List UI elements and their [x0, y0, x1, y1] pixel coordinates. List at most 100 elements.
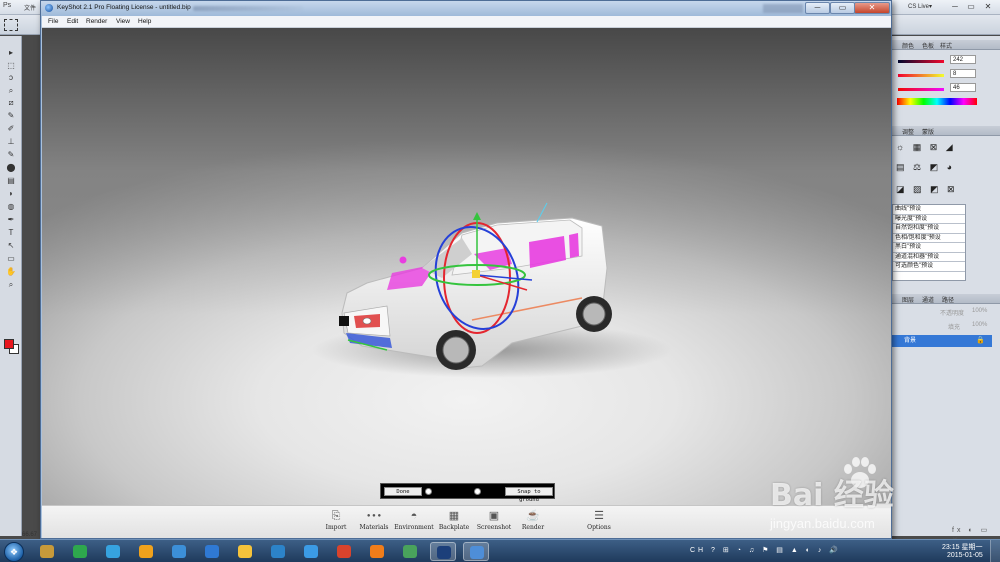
photoshop-close-button[interactable]: ✕: [983, 2, 993, 12]
move-mode-radio[interactable]: [425, 488, 432, 495]
done-button[interactable]: Done: [384, 487, 422, 496]
menu-file[interactable]: File: [48, 18, 58, 25]
maximize-button[interactable]: ▭: [830, 2, 855, 14]
taskbar-app-button[interactable]: [232, 542, 258, 561]
opacity-field[interactable]: 100%: [972, 308, 987, 314]
tab-masks[interactable]: 蒙版: [922, 127, 934, 136]
rotate-mode-radio[interactable]: [474, 488, 481, 495]
show-desktop-button[interactable]: [990, 540, 1000, 562]
menu-edit[interactable]: Edit: [67, 18, 78, 25]
preset-item[interactable]: 黑白"预设: [893, 243, 965, 253]
clock-time[interactable]: 23:15 星期一: [942, 542, 982, 552]
preset-item[interactable]: 自然饱和度"预设: [893, 224, 965, 234]
layer-background-row[interactable]: 背景 🔒: [892, 335, 992, 347]
fill-field[interactable]: 100%: [972, 322, 987, 328]
backplate-button[interactable]: ▦ Backplate: [432, 509, 476, 537]
type-tool-icon[interactable]: ↖: [5, 241, 17, 250]
system-tray-icons[interactable]: CH ? ⊞ ◔ ♫ ⚑ ▤ ▲ ◐ ♪ 🔊: [690, 544, 841, 558]
taskbar-app-button[interactable]: [298, 542, 324, 561]
foreground-color-swatch[interactable]: [4, 339, 14, 349]
taskbar-app-button[interactable]: [265, 542, 291, 561]
preset-item[interactable]: 色相/饱和度"预设: [893, 234, 965, 243]
red-slider-track[interactable]: [898, 60, 944, 63]
taskbar-app-button[interactable]: [67, 542, 93, 561]
tab-color[interactable]: 颜色: [902, 41, 914, 50]
taskbar-app-button[interactable]: [463, 542, 489, 561]
green-slider-track[interactable]: [898, 74, 944, 77]
hand-tool-icon[interactable]: ⌕: [5, 280, 17, 289]
blue-slider-track[interactable]: [898, 88, 944, 91]
taskbar-app-button[interactable]: [364, 542, 390, 561]
green-slider[interactable]: 8: [896, 69, 1000, 79]
adjustment-icons-row-1[interactable]: ☼ ▦ ⊠ ◢: [896, 141, 996, 153]
start-button[interactable]: ❖: [4, 542, 24, 562]
brush-tool-icon[interactable]: ⊥: [5, 137, 17, 146]
photoshop-maximize-button[interactable]: ▭: [966, 2, 976, 12]
menu-view[interactable]: View: [116, 18, 130, 25]
taskbar-app-button[interactable]: [430, 542, 456, 561]
tab-layers[interactable]: 图层: [902, 295, 914, 304]
adjustment-icons-row-2[interactable]: ▤ ⚖ ◩ ◕: [896, 161, 996, 173]
blur-tool-icon[interactable]: ◍: [5, 202, 17, 211]
healing-tool-icon[interactable]: ✐: [5, 124, 17, 133]
taskbar-app-button[interactable]: [34, 542, 60, 561]
screenshot-button[interactable]: ▣ Screenshot: [472, 509, 516, 537]
materials-button[interactable]: ● ● ● Materials: [352, 509, 396, 537]
marquee-options-icon[interactable]: [4, 19, 18, 31]
photoshop-menu-file[interactable]: 文件: [24, 3, 36, 12]
green-value-field[interactable]: 8: [950, 69, 976, 78]
layer-panel-footer-icons[interactable]: fx ◐ ▭ ✕: [892, 526, 1000, 544]
environment-button[interactable]: ◓ Environment: [392, 509, 436, 537]
preset-item[interactable]: 可选颜色"预设: [893, 262, 965, 272]
eraser-tool-icon[interactable]: ▤: [5, 176, 17, 185]
app-icon: [238, 545, 252, 558]
pen-tool-icon[interactable]: T: [5, 228, 17, 237]
taskbar-app-button[interactable]: [100, 542, 126, 561]
zoom-level[interactable]: 66.67: [22, 532, 37, 538]
gradient-tool-icon[interactable]: ◗: [5, 189, 17, 198]
keyshot-titlebar[interactable]: KeyShot 2.1 Pro Floating License - untit…: [41, 1, 891, 16]
blue-value-field[interactable]: 46: [950, 83, 976, 92]
color-spectrum-bar[interactable]: [897, 98, 977, 105]
crop-tool-icon[interactable]: ⧄: [5, 98, 17, 107]
tab-swatches[interactable]: 色板: [922, 41, 934, 50]
quick-select-tool-icon[interactable]: ⌕: [5, 86, 17, 95]
taskbar-app-button[interactable]: [397, 542, 423, 561]
red-slider[interactable]: 242: [896, 55, 1000, 65]
taskbar-app-button[interactable]: [166, 542, 192, 561]
blue-slider[interactable]: 46: [896, 83, 1000, 93]
marquee-tool-icon[interactable]: ⬚: [5, 61, 17, 70]
dodge-tool-icon[interactable]: ✒: [5, 215, 17, 224]
tab-styles[interactable]: 样式: [940, 41, 952, 50]
options-button[interactable]: ☰ Options: [577, 509, 621, 537]
cs-live-button[interactable]: CS Live▾: [908, 3, 932, 10]
path-select-tool-icon[interactable]: ▭: [5, 254, 17, 263]
preset-item[interactable]: 通道混和器"预设: [893, 253, 965, 262]
menu-render[interactable]: Render: [86, 18, 107, 25]
car-model[interactable]: [42, 28, 891, 505]
menu-help[interactable]: Help: [138, 18, 151, 25]
shape-tool-icon[interactable]: ✋: [5, 267, 17, 276]
preset-item[interactable]: 曲线"预设: [893, 205, 965, 215]
move-tool-icon[interactable]: ▸: [5, 48, 17, 57]
tab-channels[interactable]: 通道: [922, 295, 934, 304]
history-brush-tool-icon[interactable]: ⬤: [5, 163, 17, 172]
minimize-button[interactable]: ─: [805, 2, 830, 14]
preset-item[interactable]: 曝光度"预设: [893, 215, 965, 224]
snap-to-ground-button[interactable]: Snap to ground: [505, 487, 553, 503]
taskbar-app-button[interactable]: [199, 542, 225, 561]
red-value-field[interactable]: 242: [950, 55, 976, 64]
lasso-tool-icon[interactable]: ↄ: [5, 73, 17, 82]
close-button[interactable]: ✕: [854, 2, 890, 14]
adjustment-icons-row-3[interactable]: ◪ ▨ ◩ ⊠: [896, 183, 996, 195]
taskbar-app-button[interactable]: [331, 542, 357, 561]
taskbar-app-button[interactable]: [133, 542, 159, 561]
tab-paths[interactable]: 路径: [942, 295, 954, 304]
photoshop-minimize-button[interactable]: ─: [950, 2, 960, 12]
tab-adjustments[interactable]: 调整: [902, 127, 914, 136]
eyedropper-tool-icon[interactable]: ✎: [5, 111, 17, 120]
clock-date[interactable]: 2015-01-05: [947, 552, 983, 559]
clone-stamp-tool-icon[interactable]: ✎: [5, 150, 17, 159]
render-button[interactable]: ☕ Render: [511, 509, 555, 537]
render-viewport[interactable]: Done Snap to ground: [42, 28, 891, 505]
